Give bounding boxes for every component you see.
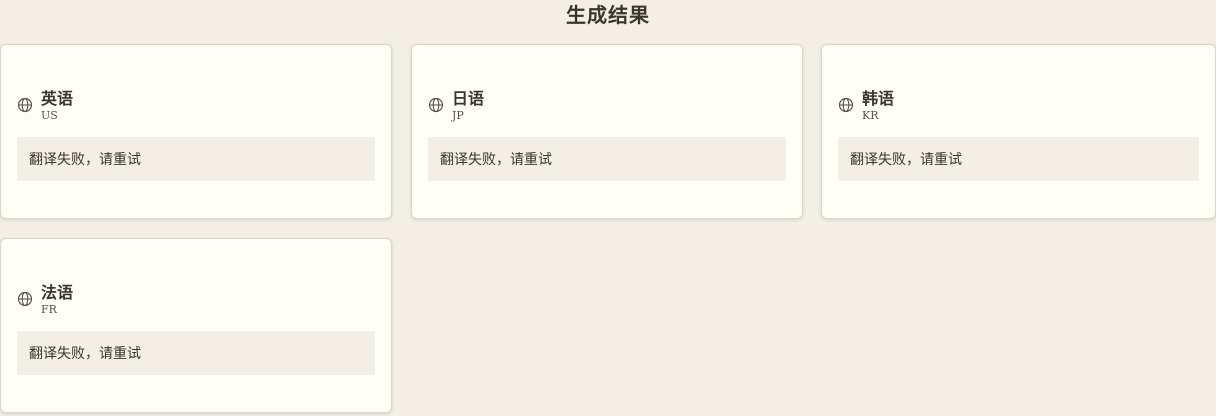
language-code: KR [862, 108, 879, 122]
language-card-japanese: 日语 JP 翻译失败，请重试 [411, 44, 803, 219]
globe-icon [17, 291, 33, 307]
language-name: 韩语 [862, 88, 895, 108]
card-header: 英语 US [17, 87, 73, 123]
translation-result: 翻译失败，请重试 [838, 137, 1199, 181]
language-card-french: 法语 FR 翻译失败，请重试 [0, 238, 392, 413]
card-header: 韩语 KR [838, 87, 894, 123]
language-name: 日语 [452, 88, 485, 108]
language-name: 英语 [41, 88, 74, 108]
translation-result: 翻译失败，请重试 [17, 137, 375, 181]
language-name: 法语 [41, 282, 74, 302]
language-code: US [41, 108, 58, 122]
language-card-korean: 韩语 KR 翻译失败，请重试 [821, 44, 1216, 219]
globe-icon [838, 97, 854, 113]
globe-icon [17, 97, 33, 113]
card-header: 法语 FR [17, 281, 73, 317]
page-title: 生成结果 [566, 3, 650, 27]
card-header: 日语 JP [428, 87, 484, 123]
language-card-english: 英语 US 翻译失败，请重试 [0, 44, 392, 219]
language-code: JP [452, 108, 464, 122]
globe-icon [428, 97, 444, 113]
translation-result: 翻译失败，请重试 [428, 137, 786, 181]
translation-result: 翻译失败，请重试 [17, 331, 375, 375]
language-code: FR [41, 302, 57, 316]
